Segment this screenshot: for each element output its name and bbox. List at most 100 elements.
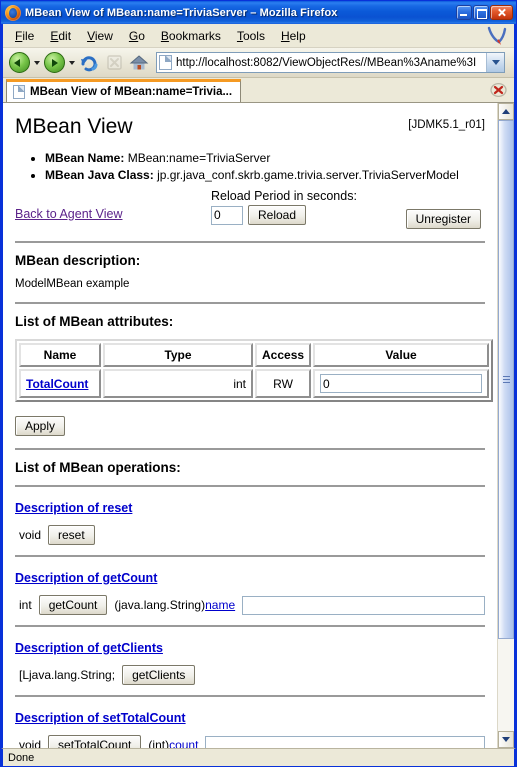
operations-heading: List of MBean operations: xyxy=(15,460,181,475)
operation-settotalcount-input[interactable] xyxy=(205,735,485,748)
mbean-name-item: MBean Name: MBean:name=TriviaServer xyxy=(45,151,485,166)
attributes-table: Name Type Access Value TotalCount int RW xyxy=(15,339,493,402)
menu-bookmarks[interactable]: Bookmarks xyxy=(153,27,229,45)
operation-getcount-link[interactable]: Description of getCount xyxy=(15,571,157,585)
forward-history-dropdown-icon[interactable] xyxy=(67,51,76,75)
page-body: [JDMK5.1_r01] MBean View MBean Name: MBe… xyxy=(3,103,497,748)
menu-view[interactable]: View xyxy=(79,27,121,45)
back-button[interactable] xyxy=(7,51,31,75)
minimize-button[interactable] xyxy=(456,5,472,20)
reload-period-controls: Reload xyxy=(211,205,357,225)
operation-reset-row: void reset xyxy=(19,525,485,545)
attribute-access: RW xyxy=(255,369,312,398)
operation-getcount-button[interactable]: getCount xyxy=(38,595,108,615)
menu-bookmarks-rest: ookmarks xyxy=(168,28,221,43)
url-bar[interactable]: http://localhost:8082/ViewObjectRes//MBe… xyxy=(156,52,505,73)
menu-view-rest: iew xyxy=(94,28,113,43)
mbean-info-list: MBean Name: MBean:name=TriviaServer MBea… xyxy=(15,151,485,183)
mbean-class-label: MBean Java Class: xyxy=(45,168,154,182)
mbean-name-value: MBean:name=TriviaServer xyxy=(127,151,271,165)
back-to-agent-view-link[interactable]: Back to Agent View xyxy=(15,207,122,221)
content-area: [JDMK5.1_r01] MBean View MBean Name: MBe… xyxy=(1,103,516,748)
tab-mbean-view[interactable]: MBean View of MBean:name=Trivia... xyxy=(6,79,242,102)
scrollbar-track[interactable] xyxy=(498,120,514,731)
url-dropdown-icon[interactable] xyxy=(486,53,504,72)
reload-controls-row: Back to Agent View Reload Period in seco… xyxy=(15,189,485,229)
operation-getcount-row: int getCount (java.lang.String)name xyxy=(19,595,485,615)
operation-settotalcount-param: (int)count xyxy=(148,738,198,748)
operation-reset-return-type: void xyxy=(19,528,42,542)
attribute-name-link[interactable]: TotalCount xyxy=(26,377,88,391)
window-controls xyxy=(456,5,513,20)
scrollbar-grip-icon xyxy=(502,376,510,384)
divider-operation-3 xyxy=(15,625,485,627)
operation-reset-button[interactable]: reset xyxy=(48,525,95,545)
menu-go[interactable]: Go xyxy=(121,27,153,45)
tab-label: MBean View of MBean:name=Trivia... xyxy=(30,86,233,98)
operation-reset-link[interactable]: Description of reset xyxy=(15,501,132,515)
operation-getcount-param: (java.lang.String)name xyxy=(114,598,235,612)
operation-settotalcount-link[interactable]: Description of setTotalCount xyxy=(15,711,186,725)
tab-strip: MBean View of MBean:name=Trivia... xyxy=(3,78,514,103)
scroll-up-button[interactable] xyxy=(498,103,514,120)
apply-button[interactable]: Apply xyxy=(15,416,66,436)
back-arrow-icon xyxy=(8,52,30,73)
url-text[interactable]: http://localhost:8082/ViewObjectRes//MBe… xyxy=(176,57,486,69)
operation-getcount-return-type: int xyxy=(19,598,32,612)
firefox-logo-icon xyxy=(5,4,21,21)
menu-file-rest: ile xyxy=(22,28,35,43)
menu-go-rest: o xyxy=(138,28,145,43)
forward-button[interactable] xyxy=(42,51,66,75)
operation-settotalcount-row: void setTotalCount (int)count xyxy=(19,735,485,748)
back-history-dropdown-icon[interactable] xyxy=(32,51,41,75)
mbean-class-item: MBean Java Class: jp.gr.java_conf.skrb.g… xyxy=(45,168,485,183)
operation-settotalcount-button[interactable]: setTotalCount xyxy=(48,735,142,748)
menu-help[interactable]: Help xyxy=(273,27,314,45)
home-icon xyxy=(129,53,149,72)
operation-getclients-link[interactable]: Description of getClients xyxy=(15,641,163,655)
column-header-value: Value xyxy=(313,343,489,367)
scroll-down-button[interactable] xyxy=(498,731,514,748)
operation-settotalcount-param-type: (int) xyxy=(148,738,170,748)
close-window-button[interactable] xyxy=(490,5,513,20)
stop-button xyxy=(102,51,126,75)
page-doc-icon xyxy=(159,55,172,70)
close-tab-icon xyxy=(490,82,507,98)
operation-getcount-param-type: (java.lang.String) xyxy=(114,598,206,612)
scrollbar-thumb[interactable] xyxy=(498,120,514,640)
window-titlebar: MBean View of MBean:name=TriviaServer – … xyxy=(1,1,516,24)
forward-arrow-icon xyxy=(43,52,65,73)
operation-getclients-return-type: [Ljava.lang.String; xyxy=(19,668,116,682)
jdmk-version: [JDMK5.1_r01] xyxy=(408,119,485,131)
menu-edit-rest: dit xyxy=(58,28,72,43)
browser-window: MBean View of MBean:name=TriviaServer – … xyxy=(0,0,517,767)
divider-above-description xyxy=(15,241,485,243)
menu-edit[interactable]: Edit xyxy=(42,27,79,45)
window-title: MBean View of MBean:name=TriviaServer – … xyxy=(25,6,338,19)
browser-chrome: File Edit View Go Bookmarks Tools Help h… xyxy=(1,24,516,103)
operation-getclients-button[interactable]: getClients xyxy=(122,665,196,685)
menu-tools[interactable]: Tools xyxy=(229,27,273,45)
unregister-button[interactable]: Unregister xyxy=(405,209,481,229)
vertical-scrollbar[interactable] xyxy=(497,103,514,748)
attribute-value-input[interactable] xyxy=(320,374,482,393)
reload-button[interactable] xyxy=(77,51,101,75)
attribute-type: int xyxy=(103,369,253,398)
divider-operation-2 xyxy=(15,555,485,557)
menu-tools-rest: ools xyxy=(242,28,265,43)
page-title: MBean View xyxy=(15,115,133,138)
operation-settotalcount-param-link[interactable]: count xyxy=(169,738,198,748)
mbean-description-heading: MBean description: xyxy=(15,253,141,268)
operation-getcount-param-link[interactable]: name xyxy=(205,598,235,612)
maximize-button[interactable] xyxy=(473,5,489,20)
home-button[interactable] xyxy=(127,51,151,75)
operation-getcount-input[interactable] xyxy=(242,595,485,615)
table-row: TotalCount int RW xyxy=(19,369,489,398)
menu-file[interactable]: File xyxy=(7,27,42,45)
reload-button[interactable]: Reload xyxy=(248,205,307,225)
reload-period-input[interactable] xyxy=(211,205,243,225)
attributes-heading: List of MBean attributes: xyxy=(15,314,174,329)
divider-operation-1 xyxy=(15,485,485,487)
reload-period-label: Reload Period in seconds: xyxy=(211,189,357,203)
close-tab-button[interactable] xyxy=(490,82,507,98)
